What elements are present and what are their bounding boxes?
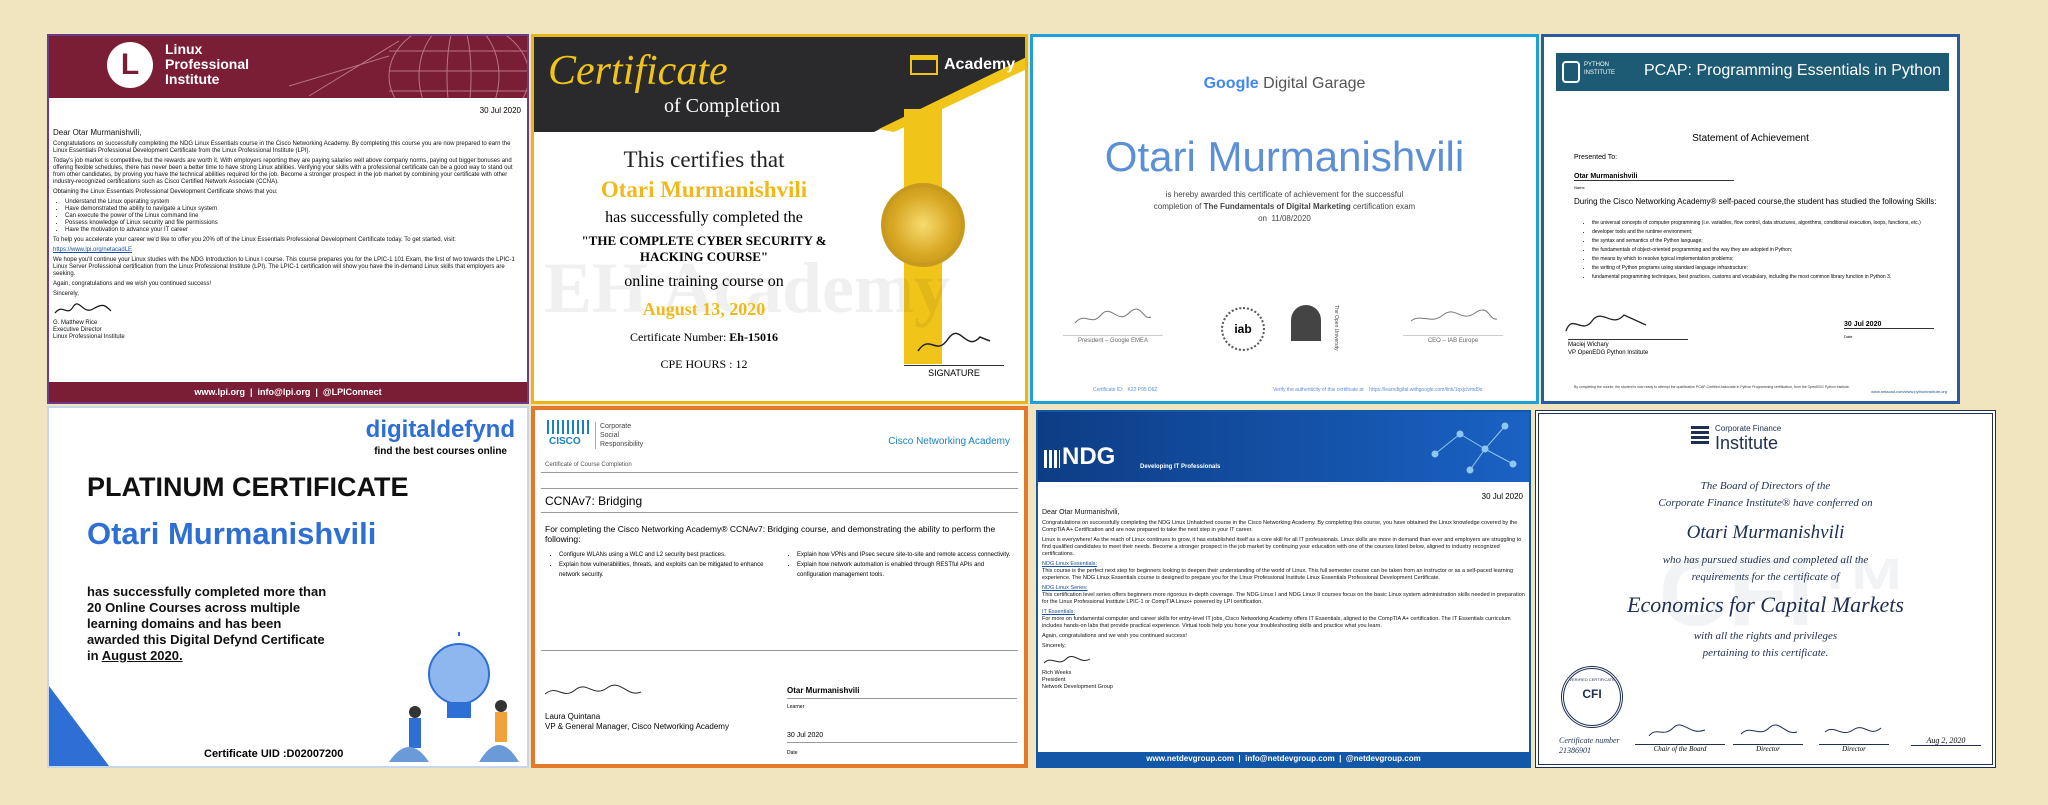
dd-body: has successfully completed more than 20 …: [87, 584, 327, 663]
dd-corner-accent: [49, 686, 109, 766]
google-certificate: Google Digital Garage Otari Murmanishvil…: [1030, 34, 1539, 404]
google-sig1-label: President – Google EMEA: [1063, 335, 1163, 344]
google-sig2-label: CEO – IAB Europe: [1403, 335, 1503, 344]
python-logo-icon: [1562, 61, 1580, 83]
digitaldefynd-certificate: digitaldefynd find the best courses onli…: [47, 406, 529, 768]
lpi-footer: www.lpi.org | info@lpi.org | @LPIConnect: [49, 382, 527, 402]
google-verify: Verify the authenticity of this certific…: [1273, 387, 1483, 393]
dd-brand: digitaldefynd: [365, 416, 515, 443]
ndg-logo: NDG: [1044, 445, 1115, 469]
cfi-signature-3: [1824, 727, 1882, 734]
lpi-date: 30 Jul 2020: [479, 106, 521, 115]
ccna-date: 30 Jul 2020: [787, 732, 1017, 743]
lpi-body: Dear Otar Murmanishvili, Congratulations…: [53, 128, 523, 341]
cisco-logo-icon: [547, 420, 589, 434]
pcap-presented: Presented To:: [1574, 154, 1618, 161]
ccna-skills-right: Explain how VPNs and IPsec secure site-t…: [797, 550, 1017, 580]
ccna-course: CCNAv7: Bridging: [545, 494, 643, 508]
pcap-name: Otar Murmanishvili: [1574, 173, 1734, 181]
pcap-statement: Statement of Achievement: [1692, 133, 1809, 144]
csr-text: Corporate Social Responsibility: [595, 422, 643, 449]
ndg-tagline: Developing IT Professionals: [1140, 464, 1221, 470]
pcap-certificate: PYTHON INSTITUTE PCAP: Programming Essen…: [1541, 34, 1960, 404]
eh-cpe: CPE HOURS : 12: [660, 357, 748, 371]
pcap-signature: [1565, 314, 1647, 332]
ndg-signature: [1043, 655, 1091, 664]
eh-signature-label: SIGNATURE: [904, 365, 1004, 378]
cfi-name: Otari Murmanishvili: [1686, 522, 1845, 543]
eh-date: August 13, 2020: [642, 299, 766, 319]
lpi-greeting: Dear Otar Murmanishvili,: [53, 128, 142, 137]
pcap-header: PYTHON INSTITUTE PCAP: Programming Essen…: [1556, 53, 1949, 91]
cfi-seal-icon: VERIFIED CERTIFICATE CFI: [1561, 666, 1623, 728]
iab-logo-icon: iab: [1221, 307, 1265, 351]
pcap-footer: By completing the course, the student is…: [1574, 385, 1850, 389]
dd-uid: Certificate UID :D02007200: [204, 748, 344, 760]
eh-name: Otari Murmanishvili: [600, 177, 808, 202]
ndg-header: NDG Developing IT Professionals: [1038, 412, 1529, 482]
ccna-signer: Laura Quintana VP & General Manager, Cis…: [545, 712, 729, 731]
google-name: Otari Murmanishvili: [1104, 133, 1465, 180]
ndg-body: Dear Otar Murmanishvili, Congratulations…: [1042, 509, 1525, 690]
cfi-cert-number: Certificate number 21386901: [1559, 736, 1620, 755]
ndg-bars-icon: [1044, 450, 1060, 468]
eh-logo-icon: [910, 55, 938, 75]
google-text: is hereby awarded this certificate of ac…: [1153, 190, 1416, 223]
google-signature-2: [1410, 309, 1498, 322]
pcap-title: PCAP: Programming Essentials in Python: [1643, 62, 1941, 79]
lpi-header: L Linux Professional Institute: [49, 36, 527, 98]
lpi-certificate: L Linux Professional Institute 30 Jul 20…: [47, 34, 529, 404]
eh-body: This certifies that Otari Murmanishvili …: [534, 147, 874, 372]
cfi-body: The Board of Directors of the Corporate …: [1539, 478, 1992, 662]
ccna-learner: Otar Murmanishvili: [787, 686, 1017, 699]
lpi-bullets: Understand the Linux operating system Ha…: [65, 199, 523, 234]
lpi-link[interactable]: https://www.lpi.org/netacadLE: [53, 247, 523, 254]
cisco-brand: CISCO: [549, 436, 581, 447]
ndg-date: 30 Jul 2020: [1481, 492, 1523, 501]
eh-brand: Academy: [910, 55, 1015, 75]
ccna-type: Certificate of Course Completion: [545, 462, 632, 468]
network-graphic: [1431, 422, 1517, 474]
lpi-signature: [54, 303, 112, 314]
google-signature-1: [1074, 308, 1152, 324]
eh-academy-certificate: Certificate of Completion Academy EH Aca…: [531, 34, 1028, 404]
eh-signature: [917, 332, 991, 352]
eh-title-sub: of Completion: [664, 95, 781, 117]
lightbulb-icon: [389, 632, 519, 762]
ccna-intro: For completing the Cisco Networking Acad…: [545, 524, 996, 544]
cfi-logo-icon: [1691, 424, 1709, 444]
lpi-logo-icon: L: [107, 42, 153, 88]
ndg-certificate: NDG Developing IT Professionals 30 Jul 2…: [1036, 410, 1531, 768]
globe-graphic: [289, 36, 527, 98]
eh-cert-number: Certificate Number: Eh-15016: [630, 330, 778, 344]
cfi-certificate: Corporate Finance Institute CFI™ The Boa…: [1535, 410, 1996, 768]
cfi-brand: Corporate Finance Institute: [1715, 424, 1782, 453]
dd-tagline: find the best courses online: [374, 446, 507, 457]
ndg-footer: www.netdevgroup.com | info@netdevgroup.c…: [1038, 752, 1529, 766]
cfi-course: Economics for Capital Markets: [1627, 592, 1904, 617]
dd-title: PLATINUM CERTIFICATE: [87, 472, 409, 502]
cfi-date: Aug 2, 2020: [1911, 736, 1981, 746]
cfi-signature-1: [1648, 724, 1706, 737]
cfi-signature-2: [1740, 724, 1798, 735]
ccna-academy: Cisco Networking Academy: [888, 436, 1010, 447]
ccna-signature: [544, 684, 642, 695]
ccna-certificate: CISCO Corporate Social Responsibility Ci…: [531, 406, 1028, 768]
lpi-org-name: Linux Professional Institute: [165, 41, 250, 87]
dd-name: Otari Murmanishvili: [87, 516, 377, 551]
open-university-logo-icon: [1291, 305, 1321, 341]
eh-title: Certificate: [548, 48, 728, 94]
pcap-skills: the universal concepts of computer progr…: [1592, 219, 1942, 282]
pcap-intro: During the Cisco Networking Academy® sel…: [1574, 197, 1937, 206]
ccna-skills-left: Configure WLANs using a WLC and L2 secur…: [559, 550, 779, 580]
google-cert-id: Certificate ID: K22 P95 D6Z: [1093, 387, 1158, 393]
open-university-name: The Open University: [1333, 305, 1339, 351]
google-brand: Google Digital Garage: [1203, 75, 1366, 92]
